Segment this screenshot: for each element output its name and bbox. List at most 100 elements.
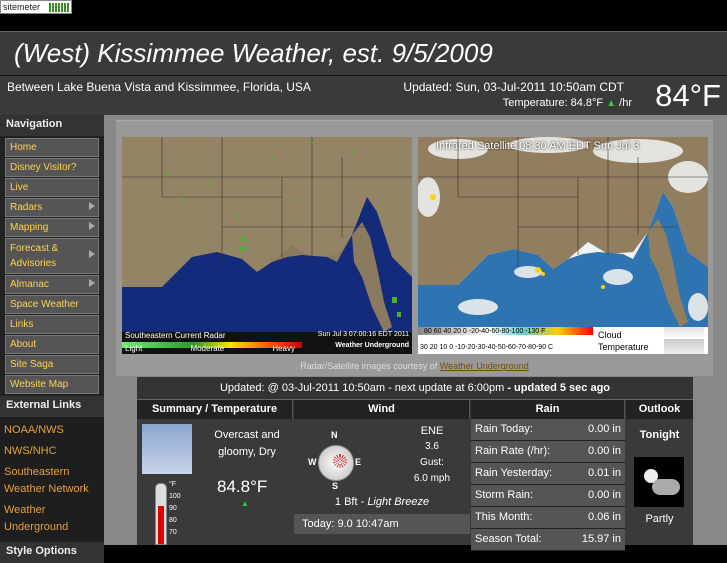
rain-label: This Month: (475, 511, 533, 523)
wind-header: Wind (294, 400, 470, 419)
site-header: (West) Kissimmee Weather, est. 9/5/2009 … (0, 31, 727, 119)
thermo-tick: 90 (169, 505, 177, 512)
courtesy-link[interactable]: Weather Underground (440, 361, 529, 371)
thermometer-scale: °F 100 90 80 70 (169, 479, 181, 539)
satellite-scale-f: 80 60 40 20 0 -20-40-60-80-100 -130 F (424, 328, 546, 335)
page-title: (West) Kissimmee Weather, est. 9/5/2009 (14, 38, 493, 68)
satellite-map[interactable]: Infrared Satellite 08:30 AM EDT Sun Jul … (418, 137, 708, 354)
nav-label: Website Map (10, 379, 69, 390)
nav-label: Forecast & Advisories (10, 243, 59, 269)
radar-time: Sun Jul 3 07:00:16 EDT 2011 (317, 331, 409, 338)
nav-label: Links (10, 319, 34, 330)
wind-today: Today: 9.0 10:47am (294, 514, 470, 534)
thermo-tick: 80 (169, 517, 177, 524)
compass-n: N (331, 430, 338, 440)
nav-item-website-map[interactable]: Website Map (5, 375, 99, 394)
nav-label: Live (10, 182, 29, 193)
sitemeter-label: sitemeter (3, 2, 41, 12)
updated-ago: - updated 5 sec ago (507, 382, 611, 394)
satellite-scale-c: 30 20 10 0 -10-20-30-40-50-60-70-80-90 C (420, 344, 554, 351)
nav-item-forecast[interactable]: Forecast & Advisories (5, 238, 99, 274)
nav-item-space-weather[interactable]: Space Weather (5, 295, 99, 314)
thermo-tick: 100 (169, 493, 181, 500)
satellite-legend-cloud: Cloud (598, 330, 622, 340)
nav-item-disney-visitor[interactable]: Disney Visitor? (5, 158, 99, 177)
sitemeter-badge[interactable]: sitemeter (0, 0, 72, 14)
compass-s: S (332, 481, 339, 491)
summary-text: Overcast and gloomy, Dry (214, 429, 280, 458)
wind-speed: 3.6 (425, 441, 439, 452)
gust-value: 6.0 mph (413, 473, 451, 484)
outlook-body: Tonight Partly (626, 419, 693, 545)
satellite-caption: Infrared Satellite 08:30 AM EDT Sun Jul … (436, 140, 640, 152)
submenu-arrow-icon (89, 250, 95, 258)
outlook-header: Outlook (626, 400, 693, 419)
wind-direction: ENE (420, 425, 444, 437)
rain-label: Rain Rate (/hr): (475, 445, 551, 457)
nav-item-site-saga[interactable]: Site Saga (5, 355, 99, 374)
rain-label: Rain Yesterday: (475, 467, 553, 479)
courtesy-text: Radar/Satellite images courtesy of (300, 361, 438, 371)
nav-item-radars[interactable]: Radars (5, 198, 99, 217)
rain-value: 0.06 in (587, 511, 621, 523)
nav-label: Space Weather (10, 299, 79, 310)
nav-item-about[interactable]: About (5, 335, 99, 354)
external-links-heading: External Links (0, 396, 104, 417)
partly-cloudy-night-icon (634, 457, 684, 507)
thermometer-icon (155, 483, 167, 545)
rain-value: 0.01 in (587, 467, 621, 479)
nav-label: Site Saga (10, 359, 54, 370)
nav-label: Mapping (10, 222, 49, 233)
gust-label: Gust: (420, 457, 444, 468)
main-content: Southeastern Current Radar Sun Jul 3 07:… (104, 115, 727, 551)
rain-row: This Month: 0.06 in (471, 507, 625, 529)
compass-w: W (308, 457, 317, 467)
top-bar: sitemeter (0, 0, 727, 28)
rain-column: Rain Rain Today: 0.00 in Rain Rate (/hr):… (471, 400, 625, 551)
radar-scale-light: Light (125, 344, 143, 353)
nav-item-home[interactable]: Home (5, 138, 99, 157)
wind-column: Wind N W E S ENE 3.6 Gust: 6.0 mph 1 Bft… (294, 400, 470, 545)
beaufort-desc: Light Breeze (367, 496, 430, 508)
ext-link-wunderground[interactable]: Weather Underground (0, 500, 104, 538)
rain-value: 0.00 in (587, 423, 621, 435)
radar-scale-heavy: Heavy (272, 344, 295, 353)
temperature-text: Temperature: 84.8°F (502, 97, 604, 109)
temp-up-icon: ▲ (241, 499, 249, 508)
ext-link-nhc[interactable]: NWS/NHC (0, 441, 104, 462)
style-options-heading: Style Options (0, 542, 104, 563)
location-text: Between Lake Buena Vista and Kissimmee, … (7, 80, 311, 94)
summary-temp: 84.8°F (217, 477, 268, 496)
radar-map[interactable]: Southeastern Current Radar Sun Jul 3 07:… (122, 137, 412, 354)
ext-link-noaa[interactable]: NOAA/NWS (0, 420, 104, 441)
updated-text: Updated: Sun, 03-Jul-2011 10:50am CDT (403, 80, 624, 94)
summary-column: Summary / Temperature Overcast and gloom… (137, 400, 293, 545)
ext-link-southeastern[interactable]: Southeastern Weather Network (0, 462, 104, 500)
satellite-legend-temp: Temperature (598, 342, 649, 352)
summary-header: Summary / Temperature (137, 400, 293, 419)
nav-label: About (10, 339, 37, 350)
update-bar: Updated: @ 03-Jul-2011 10:50am - next up… (137, 377, 693, 400)
rain-value: 0.00 in (587, 445, 621, 457)
conditions-panel: Updated: @ 03-Jul-2011 10:50am - next up… (137, 377, 693, 551)
temperature-rate: /hr (619, 97, 632, 109)
nav-item-mapping[interactable]: Mapping (5, 218, 99, 237)
nav-label: Disney Visitor? (10, 162, 77, 173)
nav-item-almanac[interactable]: Almanac (5, 275, 99, 294)
outlook-title: Tonight (639, 429, 680, 441)
wind-body: N W E S ENE 3.6 Gust: 6.0 mph 1 Bft - Li… (294, 419, 470, 545)
nav-item-live[interactable]: Live (5, 178, 99, 197)
wu-logo: Weather Underground (335, 342, 409, 349)
image-courtesy: Radar/Satellite images courtesy of Weath… (116, 361, 713, 371)
wind-compass-icon (318, 445, 354, 481)
rain-value: 15.97 in (581, 533, 621, 545)
nav-item-links[interactable]: Links (5, 315, 99, 334)
rain-row: Rain Today: 0.00 in (471, 419, 625, 441)
update-text: Updated: @ 03-Jul-2011 10:50am - next up… (219, 382, 505, 394)
temperature-line: Temperature: 84.8°F ▲ /hr (503, 97, 632, 109)
big-temperature: 84°F (655, 78, 721, 113)
rain-label: Rain Today: (475, 423, 533, 435)
nav-label: Home (10, 142, 37, 153)
rain-label: Storm Rain: (475, 489, 534, 501)
rain-label: Season Total: (475, 533, 542, 545)
